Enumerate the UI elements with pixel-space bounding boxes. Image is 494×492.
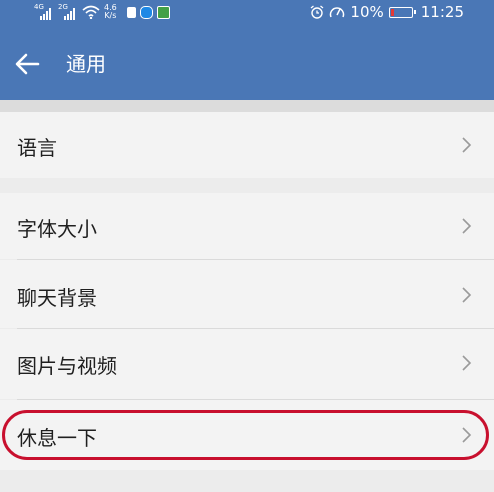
page-title: 通用 bbox=[66, 52, 106, 76]
settings-item-font-size[interactable]: 字体大小 bbox=[0, 193, 494, 259]
arrow-left-icon[interactable] bbox=[14, 51, 40, 77]
settings-item-label: 语言 bbox=[17, 136, 57, 160]
play-app-icon bbox=[156, 5, 170, 19]
status-bar: 4G 2G 4.6 K/s 10% 11:25 bbox=[0, 0, 494, 27]
section-divider bbox=[0, 100, 494, 112]
chevron-right-icon bbox=[462, 355, 472, 371]
speedometer-icon bbox=[330, 7, 345, 18]
wifi-icon bbox=[82, 5, 100, 19]
battery-icon bbox=[388, 6, 416, 18]
alarm-icon bbox=[311, 5, 324, 19]
network-speed: 4.6 K/s bbox=[104, 3, 117, 20]
app-icon bbox=[126, 6, 136, 18]
battery-percent: 10% bbox=[350, 3, 384, 21]
settings-item-label: 字体大小 bbox=[17, 217, 97, 241]
chevron-right-icon bbox=[462, 287, 472, 303]
signal-icon: 2G bbox=[58, 3, 78, 20]
settings-item-language[interactable]: 语言 bbox=[0, 112, 494, 178]
settings-item-take-a-break[interactable]: 休息一下 bbox=[0, 400, 494, 470]
chevron-right-icon bbox=[462, 427, 472, 443]
clock: 11:25 bbox=[420, 3, 464, 21]
settings-item-label: 休息一下 bbox=[17, 426, 97, 450]
signal-icon: 4G bbox=[34, 3, 54, 20]
settings-item-label: 图片与视频 bbox=[17, 354, 117, 378]
shield-app-icon bbox=[139, 5, 153, 19]
chevron-right-icon bbox=[462, 137, 472, 153]
chevron-right-icon bbox=[462, 218, 472, 234]
settings-item-photos-videos[interactable]: 图片与视频 bbox=[0, 329, 494, 399]
settings-item-label: 聊天背景 bbox=[17, 286, 97, 310]
settings-item-chat-background[interactable]: 聊天背景 bbox=[0, 260, 494, 328]
app-header: 通用 bbox=[0, 27, 494, 100]
